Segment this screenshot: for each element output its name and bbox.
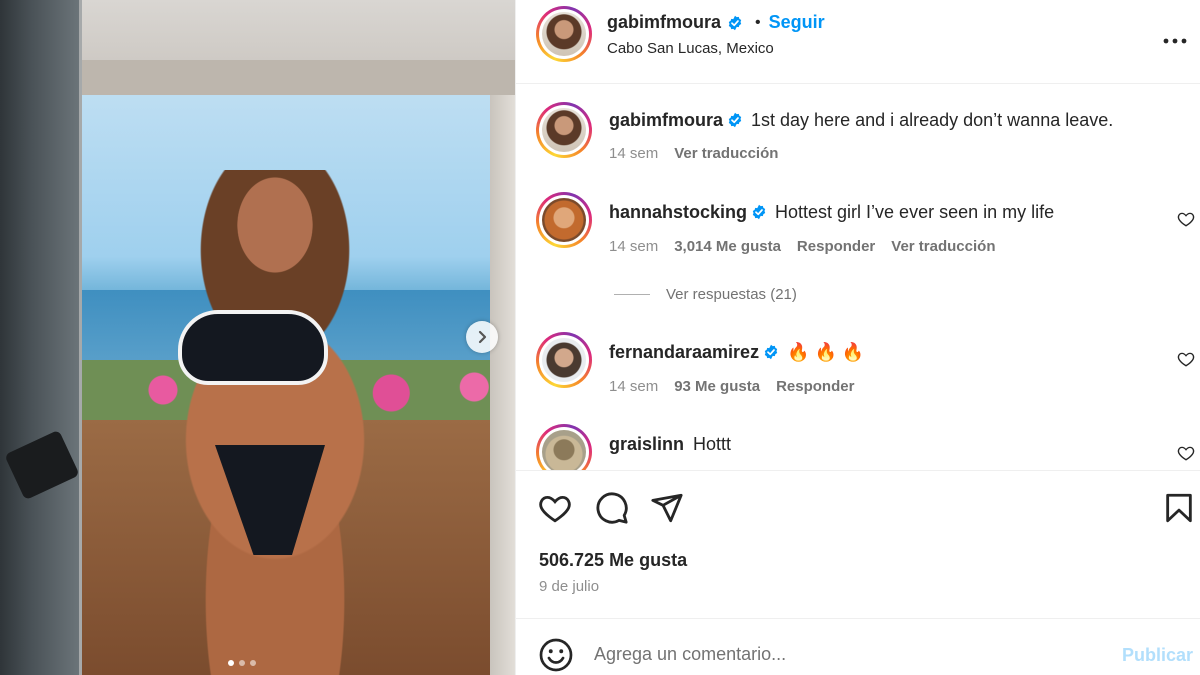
post-panel: gabimfmoura • Seguir Cabo San Lucas, Mex… (515, 0, 1200, 675)
comment-avatar[interactable] (536, 424, 592, 470)
replies-divider-line (614, 294, 650, 295)
comments-list[interactable]: gabimfmoura 1st day here and i already d… (516, 84, 1200, 470)
photo-beam (80, 60, 515, 95)
post-location[interactable]: Cabo San Lucas, Mexico (607, 40, 774, 57)
chevron-right-icon (478, 330, 487, 344)
comment-likes[interactable]: 3,014 Me gusta (674, 238, 781, 255)
carousel-next-button[interactable] (466, 321, 498, 353)
view-replies-label: Ver respuestas (21) (666, 286, 797, 303)
caption-username[interactable]: gabimfmoura (609, 110, 723, 130)
follow-button[interactable]: Seguir (769, 12, 825, 33)
comment-username[interactable]: graislinn (609, 434, 684, 454)
like-comment-heart-icon[interactable] (1177, 444, 1195, 462)
translate-link[interactable]: Ver traducción (891, 238, 995, 255)
caption-avatar[interactable] (536, 102, 592, 158)
avatar-image (542, 198, 586, 242)
save-bookmark-icon[interactable] (1162, 491, 1196, 525)
carousel-dot (239, 660, 245, 666)
comment-username[interactable]: fernandaraamirez (609, 342, 759, 362)
likes-count[interactable]: 506.725 Me gusta (539, 550, 687, 571)
carousel-dot-active (228, 660, 234, 666)
verified-badge-icon (752, 204, 766, 220)
post-actions (516, 470, 1200, 550)
caption-time[interactable]: 14 sem (609, 145, 658, 162)
header-separator: • (755, 13, 761, 31)
like-comment-heart-icon[interactable] (1177, 210, 1195, 228)
post-photo[interactable] (0, 0, 515, 675)
comment-bubble-icon[interactable] (595, 491, 629, 525)
photo-swimsuit-top (178, 310, 328, 385)
verified-badge-icon (764, 344, 778, 360)
photo-pillar (490, 95, 515, 675)
comment-time[interactable]: 14 sem (609, 378, 658, 395)
comment-text-fire-emojis: 🔥 🔥 🔥 (787, 342, 865, 362)
comment-text: Hottest girl I’ve ever seen in my life (775, 202, 1055, 222)
caption-translate-link[interactable]: Ver traducción (674, 145, 778, 162)
caption-text: 1st day here and i already don’t wanna l… (751, 110, 1114, 130)
verified-badge-icon (728, 112, 742, 128)
more-options-icon[interactable] (1163, 24, 1187, 50)
share-send-icon[interactable] (650, 491, 684, 525)
like-heart-icon[interactable] (538, 491, 572, 525)
reply-button[interactable]: Responder (776, 378, 854, 395)
avatar-image (542, 338, 586, 382)
author-username[interactable]: gabimfmoura (607, 12, 721, 33)
emoji-smiley-icon[interactable] (538, 637, 574, 673)
view-replies-button[interactable]: Ver respuestas (21) (614, 286, 797, 303)
verified-badge-icon (728, 15, 742, 30)
comment-composer: Publicar (516, 618, 1200, 675)
comment-avatar[interactable] (536, 192, 592, 248)
photo-door (0, 0, 82, 675)
post-date: 9 de julio (539, 578, 600, 595)
like-comment-heart-icon[interactable] (1177, 350, 1195, 368)
avatar-image (542, 430, 586, 470)
avatar-image (542, 108, 586, 152)
photo-person (150, 170, 400, 675)
author-avatar[interactable] (536, 6, 592, 62)
avatar-image (542, 12, 586, 56)
comment-input[interactable] (594, 639, 1094, 669)
comment-time[interactable]: 14 sem (609, 238, 658, 255)
carousel-indicator (228, 660, 256, 666)
comment-avatar[interactable] (536, 332, 592, 388)
publish-button[interactable]: Publicar (1122, 645, 1193, 666)
carousel-dot (250, 660, 256, 666)
reply-button[interactable]: Responder (797, 238, 875, 255)
comment-text: Hottt (693, 434, 732, 454)
comment-likes[interactable]: 93 Me gusta (674, 378, 760, 395)
post-header: gabimfmoura • Seguir Cabo San Lucas, Mex… (516, 0, 1200, 84)
comment-username[interactable]: hannahstocking (609, 202, 747, 222)
